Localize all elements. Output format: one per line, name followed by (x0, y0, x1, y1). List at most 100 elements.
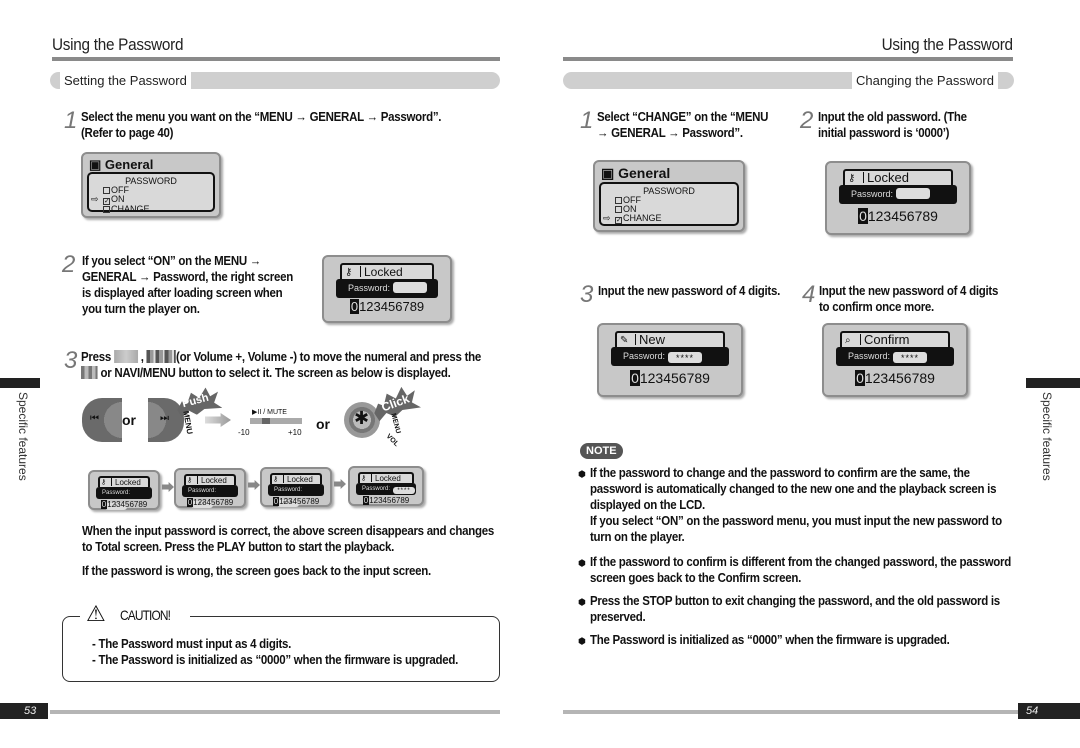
lcd-password-row: Password:*** (268, 484, 324, 507)
rewind-icon: ⏮ (90, 413, 99, 424)
password-label: Password: (623, 351, 666, 361)
volume-slider-knob (262, 418, 270, 424)
note-line: Press the STOP button to exit changing t… (590, 594, 1000, 608)
note-item-3: Press the STOP button to exit changing t… (590, 593, 1013, 625)
navi-button-icon (81, 366, 98, 379)
lcd-digits: 0123456789 (262, 497, 330, 506)
note-badge: NOTE (580, 443, 623, 459)
fast-forward-icon: ⏭ (160, 413, 169, 424)
password-field (393, 282, 428, 293)
lcd-option-on: ⇨ ✓ON (89, 195, 213, 205)
side-label-right: Specific features (1040, 392, 1054, 481)
footer-rule-right (563, 710, 1025, 714)
page-title-right: Using the Password (881, 35, 1013, 54)
step-4-text: Input the new password of 4 digits to co… (819, 283, 1003, 315)
confirm-key-icon: ⌕ (845, 335, 851, 346)
digit-selected: 0 (855, 370, 865, 386)
lcd-menu-box: PASSWORD OFF ON ⇨ ✓CHANGE (599, 182, 739, 226)
password-label: Password: (362, 486, 391, 492)
password-field: **** (668, 352, 703, 363)
lcd-digits: 0123456789 (824, 370, 966, 386)
step-text-line: Input the new password of 4 digits. (598, 284, 781, 298)
digit-selected: 0 (858, 208, 868, 224)
lcd-password-row: Password: (336, 279, 438, 298)
section-bar-left: Setting the Password (50, 72, 500, 89)
arrow-right-icon: ⇨ (603, 213, 611, 223)
next-button-icon (146, 350, 177, 363)
lcd-option-on: ON (601, 205, 737, 214)
lcd-digits: 0123456789 (176, 498, 244, 507)
password-field: **** (393, 487, 416, 494)
step-text: Press (81, 350, 111, 364)
lcd-password-row: Password:* (96, 487, 152, 510)
lcd-title-text: General (104, 157, 154, 172)
warning-icon: ⚠ (86, 601, 106, 626)
volume-slider-track (250, 418, 302, 424)
step-1-text: Select the menu you want on the “MENU → … (81, 109, 467, 141)
lcd-digits: 0123456789 (599, 370, 741, 386)
key-icon: ⚷ (848, 173, 856, 184)
lcd-password-row: Password:** (182, 485, 238, 508)
lcd-locked-header: ⚷ Locked (184, 474, 236, 485)
lcd-option-change: CHANGE (89, 205, 213, 214)
lcd-locked-screen: ⚷ Locked Password: 0123456789 (322, 255, 452, 323)
lcd-general-title: ▣ General (601, 165, 670, 182)
digit-list: 123456789 (193, 498, 234, 507)
step-text-line: (Refer to page 40) (81, 126, 174, 140)
step-text: (or Volume +, Volume -) to move the nume… (176, 350, 481, 364)
lcd-title-text: Locked (287, 475, 313, 484)
step-text-line: is displayed after loading screen when (82, 286, 283, 300)
lcd-title-text: Locked (115, 478, 141, 487)
step-number: 4 (802, 281, 816, 308)
step-number: 2 (800, 107, 814, 134)
arrow-right-icon (248, 480, 260, 490)
arrow-right-icon (162, 482, 174, 492)
option-label: CHANGE (111, 204, 150, 214)
cube-icon: ▣ (601, 165, 615, 181)
note-line: password is automatically changed to the… (590, 482, 997, 496)
note-line: If the password to confirm is different … (590, 555, 1012, 569)
step-3-text: Press , (or Volume +, Volume -) to move … (81, 349, 486, 381)
lcd-title-text: Locked (375, 474, 401, 483)
step-number: 3 (64, 347, 78, 374)
title-rule-right (563, 57, 1013, 61)
step-text-line: GENERAL → Password, the right screen (82, 270, 293, 284)
note-line: preserved. (590, 610, 646, 624)
lcd-title-text: New (639, 332, 666, 347)
step-number: 1 (64, 107, 78, 134)
digit-list: 123456789 (107, 500, 148, 509)
or-label: or (316, 416, 330, 432)
section-title-changing: Changing the Password (851, 72, 998, 89)
option-label: CHANGE (623, 213, 662, 223)
note-item-4: The Password is initialized as “0000” wh… (590, 632, 1013, 648)
mute-label: ▶II / MUTE (252, 409, 287, 416)
step-number: 1 (580, 107, 594, 134)
caution-item: - The Password must input as 4 digits. (92, 637, 292, 651)
lcd-title-text: Confirm (864, 332, 910, 347)
checkbox-icon (103, 206, 110, 213)
note-line: If the password to change and the passwo… (590, 466, 970, 480)
lcd-locked-screen: ⚷ Locked Password: 0123456789 (825, 161, 971, 235)
digit-list: 123456789 (864, 370, 935, 386)
page-number-right: 54 (1018, 703, 1080, 719)
lcd-locked-header: ⚷ Locked (358, 472, 414, 483)
lcd-option-off: OFF (601, 196, 737, 205)
volume-min-label: -10 (238, 428, 250, 437)
bullet-icon: ⬢ (578, 597, 586, 607)
paragraph-line: If the password is wrong, the screen goe… (82, 564, 431, 578)
step-text-line: Select the menu you want on the “MENU → … (81, 110, 442, 124)
bullet-icon: ⬢ (578, 469, 586, 479)
lcd-sequence-screen-2: ⚷ Locked Password:** 0123456789 (174, 468, 246, 508)
lcd-locked-header: ⚷ Locked (843, 169, 953, 185)
digit-list: 123456789 (867, 208, 938, 224)
prev-button-image: ⏮ (82, 398, 122, 442)
step-2-text: If you select “ON” on the MENU → GENERAL… (82, 253, 303, 317)
side-label-left: Specific features (16, 392, 30, 481)
lcd-menu-heading: PASSWORD (643, 186, 695, 196)
navi-button-image: ✱ (344, 402, 380, 438)
lcd-password-row: Password: **** (611, 347, 729, 366)
digit-list: 123456789 (369, 496, 410, 505)
step-number: 3 (580, 281, 594, 308)
section-title-setting: Setting the Password (60, 72, 191, 89)
step-text-line: If you select “ON” on the MENU → (82, 254, 262, 268)
